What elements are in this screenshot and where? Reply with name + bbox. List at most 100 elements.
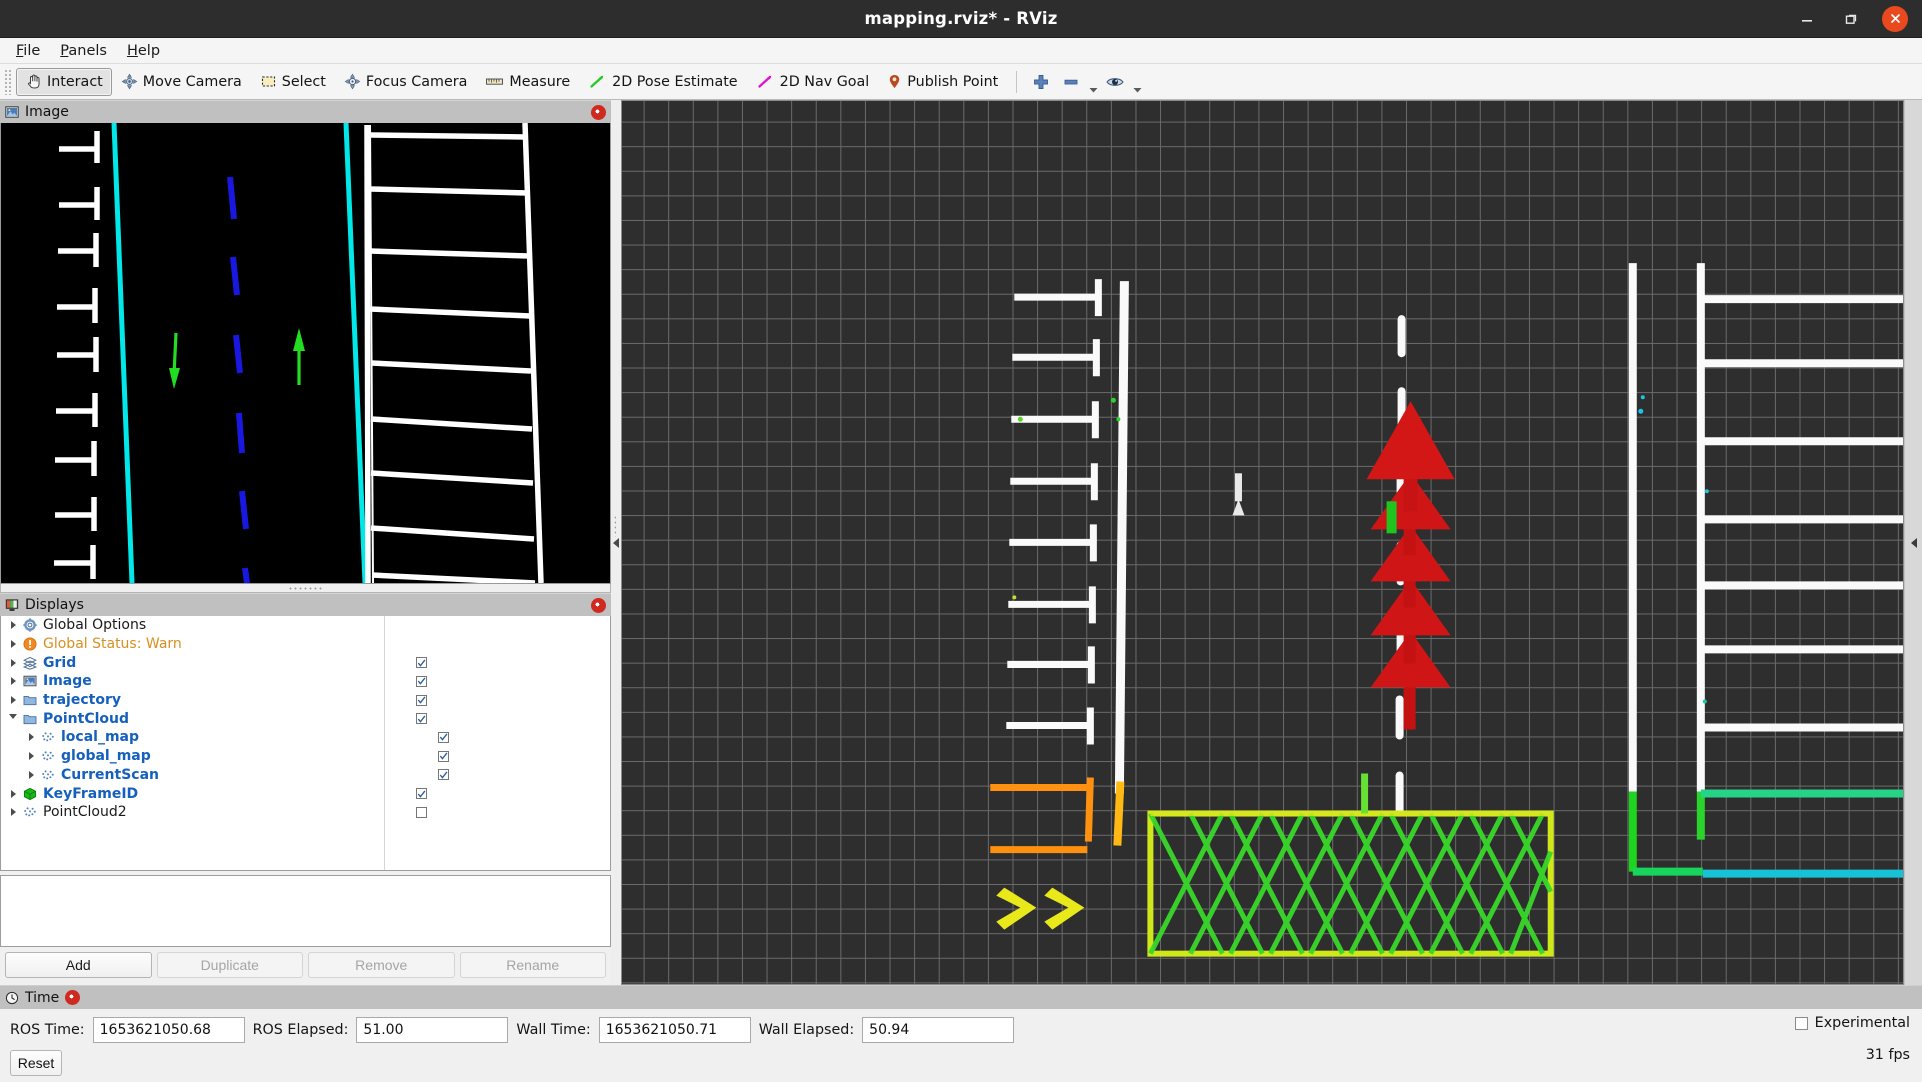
folder-icon <box>21 693 39 707</box>
time-panel-body: ROS Time: 1653621050.68 ROS Elapsed: 51.… <box>0 1009 1922 1082</box>
eye-icon[interactable] <box>1100 68 1130 96</box>
pointcloud-red-pose-arrows <box>1366 401 1455 730</box>
maximize-icon[interactable] <box>1838 6 1864 32</box>
menu-panels[interactable]: Panels <box>51 40 116 62</box>
wall-time-input[interactable]: 1653621050.71 <box>598 1017 751 1043</box>
right-dock-splitter[interactable] <box>1904 100 1922 985</box>
render-viewport-3d[interactable] <box>621 100 1904 985</box>
tree-checkbox-cell <box>436 731 610 743</box>
ros-elapsed-label: ROS Elapsed: <box>252 1022 349 1038</box>
expander-icon[interactable] <box>5 677 21 686</box>
expander-icon[interactable] <box>5 640 21 649</box>
rename-button[interactable]: Rename <box>459 952 606 978</box>
tree-label: CurrentScan <box>61 766 159 783</box>
tree-item-local-map[interactable]: local_map <box>1 728 610 747</box>
displays-tree[interactable]: Global Options Global Status: Warn Grid … <box>0 616 611 871</box>
visibility-checkbox[interactable] <box>416 694 427 706</box>
tool-2d-nav-goal[interactable]: 2D Nav Goal <box>747 68 879 96</box>
visibility-checkbox[interactable] <box>416 806 427 818</box>
duplicate-button[interactable]: Duplicate <box>156 952 303 978</box>
tree-item-grid[interactable]: Grid <box>1 653 610 672</box>
tree-item-global-status[interactable]: Global Status: Warn <box>1 635 610 654</box>
tree-item-current-scan[interactable]: CurrentScan <box>1 766 610 785</box>
image-horizontal-scrollbar[interactable] <box>0 584 611 593</box>
visibility-checkbox[interactable] <box>438 750 449 762</box>
tree-empty-space <box>1 822 610 870</box>
expander-icon[interactable] <box>23 733 39 742</box>
toolbar-grip[interactable] <box>4 68 13 95</box>
pointcloud-chevron-markers <box>996 887 1085 930</box>
green-arrow-icon <box>588 73 607 90</box>
tree-item-pointcloud2[interactable]: PointCloud2 <box>1 803 610 822</box>
tool-measure[interactable]: Measure <box>476 68 579 96</box>
visibility-checkbox[interactable] <box>438 731 449 743</box>
tree-checkbox-cell <box>436 769 610 781</box>
reset-button[interactable]: Reset <box>10 1050 62 1076</box>
tool-select[interactable]: Select <box>251 68 335 96</box>
tree-item-global-map[interactable]: global_map <box>1 747 610 766</box>
tool-publish-point[interactable]: Publish Point <box>878 68 1007 96</box>
toolbar: Interact Move Camera Select Focus Camera… <box>0 64 1922 100</box>
experimental-row: Experimental <box>1794 1015 1910 1031</box>
pointcloud-icon <box>39 768 57 782</box>
experimental-checkbox[interactable] <box>1794 1016 1808 1030</box>
ros-time-input[interactable]: 1653621050.68 <box>92 1017 245 1043</box>
menu-help[interactable]: Help <box>118 40 169 62</box>
menu-file[interactable]: File <box>7 40 49 62</box>
tree-rows: Global Options Global Status: Warn Grid … <box>1 616 610 822</box>
displays-panel-title: Displays <box>25 597 84 613</box>
visibility-checkbox[interactable] <box>416 713 427 725</box>
tree-item-pointcloud[interactable]: PointCloud <box>1 709 610 728</box>
image-panel-close-icon[interactable] <box>591 104 606 120</box>
tree-item-global-options[interactable]: Global Options <box>1 616 610 635</box>
ros-time-label: ROS Time: <box>10 1022 85 1038</box>
wall-elapsed-input[interactable]: 50.94 <box>862 1017 1015 1043</box>
expander-icon[interactable] <box>5 696 21 705</box>
hand-cursor-icon <box>25 73 42 90</box>
expander-icon[interactable] <box>5 789 21 798</box>
expander-icon[interactable] <box>23 752 39 761</box>
minus-dropdown-caret-icon[interactable] <box>1086 68 1100 96</box>
pointcloud-right-bay <box>1628 263 1903 798</box>
displays-panel-close-icon[interactable] <box>591 597 606 613</box>
time-panel-close-icon[interactable] <box>65 990 81 1005</box>
tool-focus-camera-label: Focus Camera <box>365 73 468 90</box>
displays-property-editor[interactable] <box>0 875 611 947</box>
expander-icon[interactable] <box>5 808 21 817</box>
displays-panel-header: Displays <box>0 593 611 616</box>
expander-icon[interactable] <box>23 770 39 779</box>
tree-item-trajectory[interactable]: trajectory <box>1 691 610 710</box>
tool-select-label: Select <box>281 73 326 90</box>
expander-icon[interactable] <box>5 714 21 723</box>
tree-checkbox-cell <box>414 788 610 800</box>
expander-icon[interactable] <box>5 658 21 667</box>
tool-interact[interactable]: Interact <box>16 67 112 96</box>
remove-button[interactable]: Remove <box>308 952 455 978</box>
plus-icon[interactable] <box>1026 68 1056 96</box>
experimental-label: Experimental <box>1814 1015 1910 1031</box>
tree-item-keyframeid[interactable]: KeyFrameID <box>1 784 610 803</box>
tree-item-image[interactable]: Image <box>1 672 610 691</box>
minimize-icon[interactable] <box>1794 6 1820 32</box>
visibility-checkbox[interactable] <box>438 769 449 781</box>
visibility-checkbox[interactable] <box>416 675 427 687</box>
collapse-right-arrow-icon <box>1910 537 1917 548</box>
pointcloud-icon <box>21 805 39 819</box>
tool-move-camera[interactable]: Move Camera <box>112 68 251 96</box>
ros-elapsed-input[interactable]: 51.00 <box>356 1017 509 1043</box>
menubar: File Panels Help <box>0 38 1922 64</box>
add-button[interactable]: Add <box>5 952 152 978</box>
ruler-icon <box>485 73 504 90</box>
tool-focus-camera[interactable]: Focus Camera <box>335 68 476 96</box>
left-dock-splitter[interactable] <box>611 100 621 985</box>
tree-checkbox-cell <box>414 806 610 818</box>
visibility-checkbox[interactable] <box>416 657 427 669</box>
visibility-checkbox[interactable] <box>416 788 427 800</box>
minus-icon[interactable] <box>1056 68 1086 96</box>
close-icon[interactable] <box>1882 5 1908 32</box>
eye-dropdown-caret-icon[interactable] <box>1130 68 1144 96</box>
tool-2d-pose-estimate[interactable]: 2D Pose Estimate <box>579 68 746 96</box>
pointcloud-icon <box>39 730 57 744</box>
image-render-area[interactable] <box>0 123 611 584</box>
expander-icon[interactable] <box>5 621 21 630</box>
